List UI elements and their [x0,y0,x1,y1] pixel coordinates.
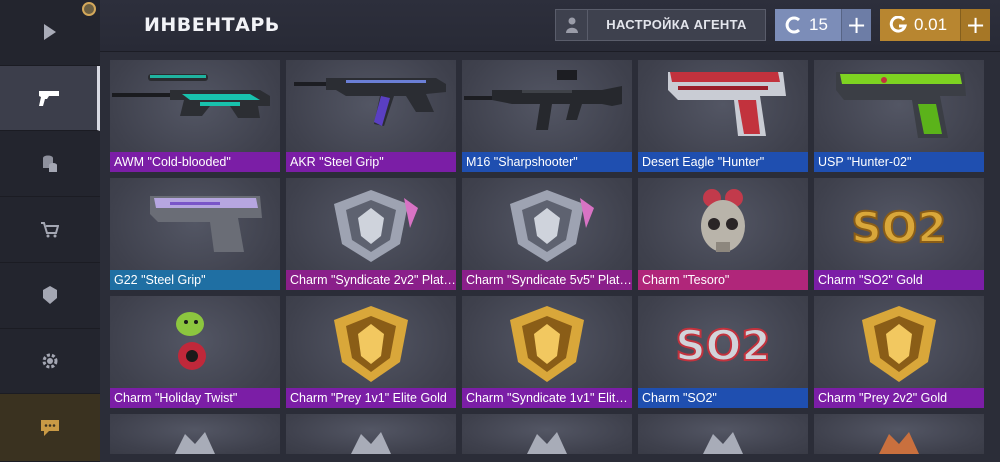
inventory-item-partial[interactable] [286,414,456,454]
item-image [462,296,632,388]
item-image [110,178,280,270]
item-image [110,296,280,388]
inventory-item-partial[interactable] [110,414,280,454]
sidebar-item-settings[interactable] [0,329,100,395]
silver-amount: 15 [809,15,828,34]
item-image: SO2 [638,296,808,388]
silver-currency: 15 + [775,9,871,41]
item-name: USP "Hunter-02" [814,152,984,172]
silver-coin-icon [781,13,805,37]
inventory-item[interactable]: AWM "Cold-blooded" [110,60,280,172]
inventory-item[interactable]: SO2 Charm "SO2" Gold [814,178,984,290]
notification-dot [82,2,96,16]
item-name: Charm "Syndicate 1v1" Elite Gold [462,388,632,408]
pistol-icon [38,91,59,107]
item-name: Charm "Holiday Twist" [110,388,280,408]
agent-settings-button[interactable]: НАСТРОЙКА АГЕНТА [555,9,766,41]
gear-icon [42,353,58,369]
item-name: Charm "Prey 1v1" Elite Gold [286,388,456,408]
item-image [462,60,632,152]
sidebar-item-inventory[interactable] [0,65,100,132]
item-image [175,432,215,454]
add-silver-button[interactable]: + [841,9,871,41]
inventory-item[interactable]: Charm "Tesoro" [638,178,808,290]
inventory-item[interactable]: Charm "Syndicate 1v1" Elite Gold [462,296,632,408]
item-image [527,432,567,454]
cart-icon [41,221,59,238]
add-gold-button[interactable]: + [960,9,990,41]
item-image [462,178,632,270]
item-image [703,432,743,454]
item-image [638,60,808,152]
clan-icon [43,286,57,305]
item-image [286,296,456,388]
item-name: Charm "SO2" [638,388,808,408]
header: ИНВЕНТАРЬ НАСТРОЙКА АГЕНТА 15 + 0.01 + [100,0,1000,52]
item-name: Desert Eagle "Hunter" [638,152,808,172]
item-image [879,432,919,454]
inventory-item[interactable]: USP "Hunter-02" [814,60,984,172]
inventory-item[interactable]: Charm "Syndicate 2v2" Platinum [286,178,456,290]
item-image [814,60,984,152]
inventory-item[interactable]: Charm "Holiday Twist" [110,296,280,408]
sidebar-item-shop[interactable] [0,197,100,263]
page-title: ИНВЕНТАРЬ [144,14,280,36]
sidebar-item-chat[interactable] [0,394,100,462]
sidebar-item-market[interactable] [0,131,100,198]
item-name: AKR "Steel Grip" [286,152,456,172]
inventory-item[interactable]: Charm "Prey 2v2" Gold [814,296,984,408]
inventory-item-partial[interactable] [462,414,632,454]
item-name: Charm "SO2" Gold [814,270,984,290]
item-name: Charm "Syndicate 5v5" Platinum [462,270,632,290]
inventory-item-partial[interactable] [814,414,984,454]
gold-amount: 0.01 [914,15,948,34]
item-image [110,60,280,152]
item-image [351,432,391,454]
svg-text:SO2: SO2 [851,203,946,252]
coins-icon [43,155,57,172]
item-image [638,178,808,270]
item-image [286,178,456,270]
item-image [286,60,456,152]
inventory-item[interactable]: SO2 Charm "SO2" [638,296,808,408]
inventory-item[interactable]: G22 "Steel Grip" [110,178,280,290]
inventory-item[interactable]: Charm "Syndicate 5v5" Platinum [462,178,632,290]
agent-settings-label: НАСТРОЙКА АГЕНТА [606,17,747,32]
item-name: Charm "Syndicate 2v2" Platinum [286,270,456,290]
sidebar-item-play[interactable] [0,0,100,66]
item-name: Charm "Prey 2v2" Gold [814,388,984,408]
item-name: M16 "Sharpshooter" [462,152,632,172]
item-name: AWM "Cold-blooded" [110,152,280,172]
inventory-item[interactable]: Desert Eagle "Hunter" [638,60,808,172]
inventory-item[interactable]: AKR "Steel Grip" [286,60,456,172]
item-name: G22 "Steel Grip" [110,270,280,290]
inventory-item[interactable]: Charm "Prey 1v1" Elite Gold [286,296,456,408]
item-image [814,296,984,388]
inventory-item[interactable]: M16 "Sharpshooter" [462,60,632,172]
inventory-item-partial[interactable] [638,414,808,454]
item-image: SO2 [814,178,984,270]
sidebar-item-clan[interactable] [0,263,100,329]
chat-icon [41,419,59,436]
sidebar [0,0,100,462]
item-name: Charm "Tesoro" [638,270,808,290]
svg-text:SO2: SO2 [675,321,770,370]
agent-icon [556,10,588,40]
play-icon [44,24,56,41]
gold-coin-icon [886,13,910,37]
gold-currency: 0.01 + [880,9,990,41]
